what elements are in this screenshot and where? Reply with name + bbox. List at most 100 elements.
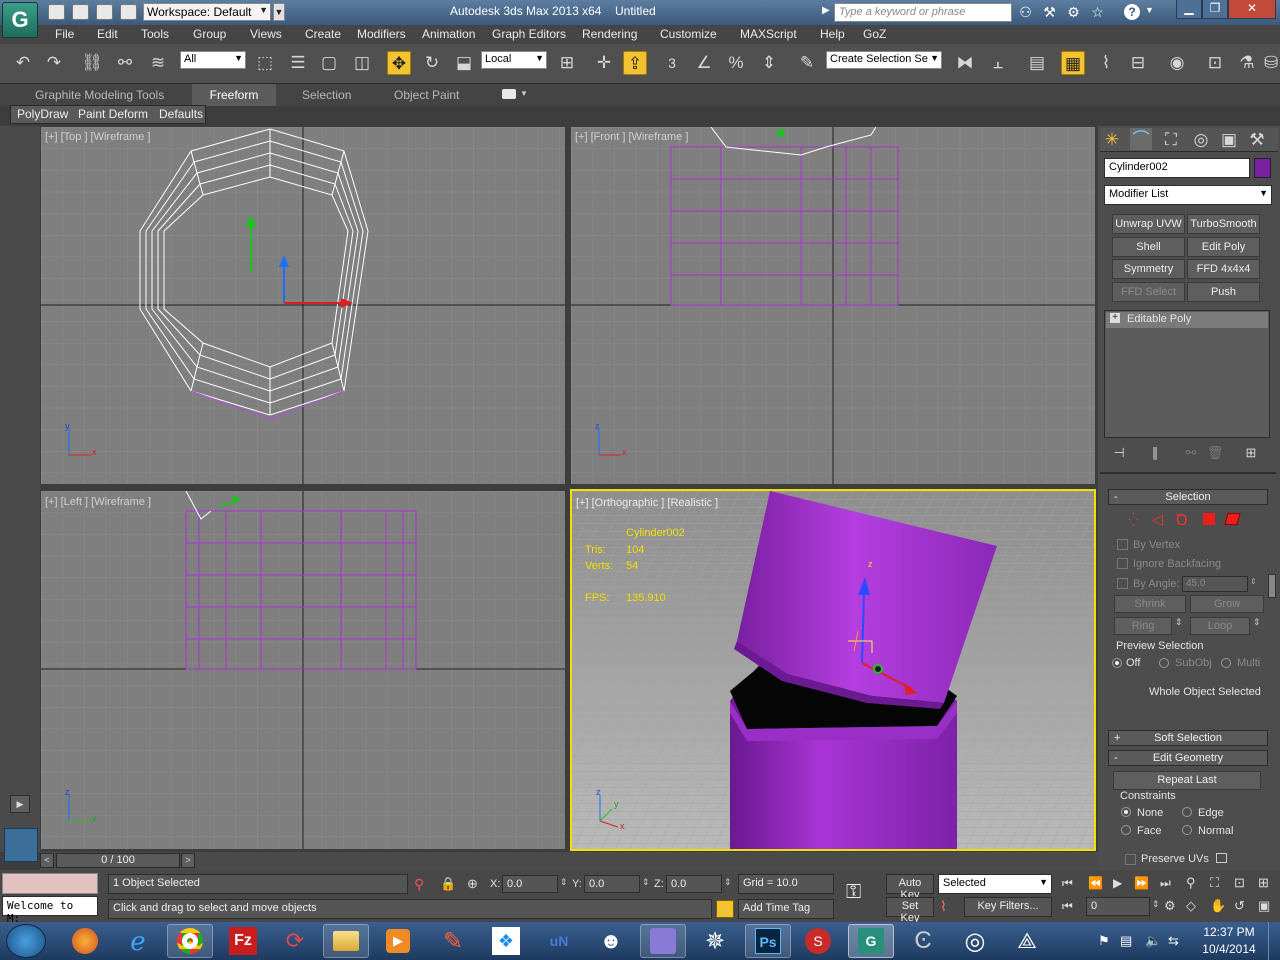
select-object-icon[interactable]: ⬚: [253, 51, 277, 75]
tab-selection[interactable]: Selection: [302, 88, 351, 102]
preview-subobj-radio[interactable]: [1159, 658, 1169, 668]
maxscript-listener-mini[interactable]: [2, 873, 98, 894]
tray-flag-icon[interactable]: ⚑: [1098, 933, 1110, 949]
unlink-icon[interactable]: ⚯: [113, 51, 137, 75]
preview-off-radio[interactable]: [1112, 658, 1122, 668]
vpn-app-icon[interactable]: ⟁: [1004, 924, 1050, 958]
viewport-front-label[interactable]: [+] [Front ] [Wireframe ]: [575, 131, 688, 143]
open-file-icon[interactable]: [72, 4, 89, 20]
menu-group[interactable]: Group: [193, 27, 226, 41]
constraint-edge-radio[interactable]: [1182, 807, 1192, 817]
named-selection-dropdown[interactable]: Create Selection Se ▼: [826, 51, 942, 69]
expand-scene-explorer-icon[interactable]: ▶: [10, 795, 30, 813]
minimize-button[interactable]: ▁: [1176, 0, 1202, 19]
add-time-tag-button[interactable]: Add Time Tag: [738, 899, 834, 919]
viewport-layout-icon[interactable]: [4, 828, 38, 862]
angle-input[interactable]: 45.0: [1182, 576, 1248, 592]
menu-rendering[interactable]: Rendering: [582, 27, 637, 41]
modifier-symmetry-button[interactable]: Symmetry: [1112, 259, 1185, 279]
project-folder-icon[interactable]: [120, 4, 137, 20]
start-button[interactable]: [6, 924, 46, 958]
menu-customize[interactable]: Customize: [660, 27, 717, 41]
material-editor-icon[interactable]: ◉: [1165, 51, 1189, 75]
x-coord-input[interactable]: 0.0: [502, 875, 558, 893]
time-slider[interactable]: 0 / 100: [56, 853, 180, 868]
zoom-icon[interactable]: ⚲: [1186, 875, 1196, 891]
hierarchy-tab-icon[interactable]: ⛶: [1160, 128, 1182, 150]
motion-tab-icon[interactable]: ◎: [1190, 128, 1212, 150]
viewport-left-label[interactable]: [+] [Left ] [Wireframe ]: [45, 496, 151, 508]
by-vertex-checkbox[interactable]: [1117, 539, 1128, 550]
select-and-rotate-icon[interactable]: ↻: [420, 51, 444, 75]
filezilla-icon[interactable]: Fz: [220, 924, 266, 958]
substance-icon[interactable]: S: [795, 924, 841, 958]
undo-icon[interactable]: ↶: [11, 51, 35, 75]
border-mode-icon[interactable]: Ꝺ: [1176, 510, 1188, 530]
panel-defaults[interactable]: Defaults: [159, 107, 203, 121]
edit-named-selection-icon[interactable]: ✎: [795, 51, 819, 75]
menu-modifiers[interactable]: Modifiers: [357, 27, 406, 41]
x-spinner-icon[interactable]: ⇕: [560, 877, 568, 888]
close-button[interactable]: ✕: [1228, 0, 1276, 19]
subscription-icon[interactable]: ⚒: [1041, 4, 1058, 21]
chrome-icon[interactable]: [167, 924, 213, 958]
dropbox-icon[interactable]: ❖: [483, 924, 529, 958]
previous-key-icon[interactable]: ⏪: [1088, 876, 1103, 890]
camera-app-icon[interactable]: ◎: [952, 924, 998, 958]
menu-maxscript[interactable]: MAXScript: [740, 27, 797, 41]
time-configuration-icon[interactable]: ⚙: [1164, 898, 1176, 914]
menu-animation[interactable]: Animation: [422, 27, 475, 41]
create-tab-icon[interactable]: ✳: [1101, 128, 1123, 150]
tray-network-icon[interactable]: ▤: [1120, 933, 1132, 949]
key-mode-dropdown[interactable]: Selected ▼: [938, 874, 1052, 894]
key-mode-toggle-icon[interactable]: ⏮: [1062, 899, 1073, 914]
zoom-extents-all-icon[interactable]: ⊞: [1258, 875, 1269, 891]
maximize-button[interactable]: ❐: [1202, 0, 1228, 19]
panel-paint-deform[interactable]: Paint Deform: [78, 107, 148, 121]
select-and-move-icon[interactable]: ✥: [387, 51, 411, 75]
angle-spinner-icon[interactable]: ⇕: [1250, 577, 1257, 586]
y-spinner-icon[interactable]: ⇕: [642, 877, 650, 888]
tab-object-paint[interactable]: Object Paint: [394, 88, 459, 102]
z-spinner-icon[interactable]: ⇕: [724, 877, 732, 888]
maximize-viewport-icon[interactable]: ▣: [1258, 898, 1270, 914]
modifier-shell-button[interactable]: Shell: [1112, 237, 1185, 257]
workspace-dropdown[interactable]: Workspace: Default ▼: [143, 3, 271, 21]
viewport-ortho-label[interactable]: [+] [Orthographic ] [Realistic ]: [576, 497, 718, 509]
menu-graph-editors[interactable]: Graph Editors: [492, 27, 566, 41]
clock-date[interactable]: 10/4/2014: [1198, 942, 1260, 956]
zoom-extents-icon[interactable]: ⊡: [1234, 875, 1245, 891]
menu-create[interactable]: Create: [305, 27, 341, 41]
key-icon[interactable]: ⚿: [846, 881, 861, 904]
z-coord-input[interactable]: 0.0: [666, 875, 722, 893]
modifier-turbosmooth-button[interactable]: TurboSmooth: [1187, 214, 1260, 234]
zoom-all-icon[interactable]: ⛶: [1210, 875, 1219, 891]
frame-spinner-icon[interactable]: ⇕: [1152, 899, 1160, 910]
graphite-toggle-icon[interactable]: ▦: [1061, 51, 1085, 75]
pan-view-icon[interactable]: ✋: [1210, 898, 1226, 914]
binoculars-icon[interactable]: ⚇: [1017, 4, 1034, 21]
time-tag-icon[interactable]: [716, 900, 734, 918]
viewport-orthographic[interactable]: [+] [Orthographic ] [Realistic ] Cylinde…: [570, 489, 1096, 851]
communication-icon[interactable]: ⚙: [1065, 4, 1082, 21]
previous-frame-icon[interactable]: <: [40, 853, 54, 868]
modifier-edit-poly-button[interactable]: Edit Poly: [1187, 237, 1260, 257]
ribbon-dropdown-icon[interactable]: ▼: [520, 89, 528, 98]
stack-expand-icon[interactable]: +: [1110, 313, 1120, 323]
constraint-none-radio[interactable]: [1121, 807, 1131, 817]
rectangular-selection-icon[interactable]: ▢: [317, 51, 341, 75]
curve-editor-icon[interactable]: ⌇: [1094, 51, 1118, 75]
pose-app-icon[interactable]: ✵: [692, 924, 738, 958]
layer-manager-icon[interactable]: ▤: [1025, 51, 1049, 75]
remove-modifier-icon[interactable]: 🗑: [1204, 441, 1226, 463]
select-by-name-icon[interactable]: ☰: [286, 51, 310, 75]
selection-rollout-header[interactable]: - Selection: [1108, 489, 1268, 505]
show-desktop-button[interactable]: [1268, 922, 1280, 960]
render-frame-icon[interactable]: ⚗: [1235, 51, 1259, 75]
percent-snap-icon[interactable]: %: [724, 51, 748, 75]
modifier-list-dropdown[interactable]: Modifier List ▼: [1104, 185, 1272, 205]
new-file-icon[interactable]: [48, 4, 65, 20]
viewport-left[interactable]: [+] [Left ] [Wireframe ] z y: [41, 491, 565, 849]
maxscript-input[interactable]: Welcome to M:: [2, 896, 98, 925]
help-dropdown-icon[interactable]: ▼: [1145, 5, 1154, 15]
